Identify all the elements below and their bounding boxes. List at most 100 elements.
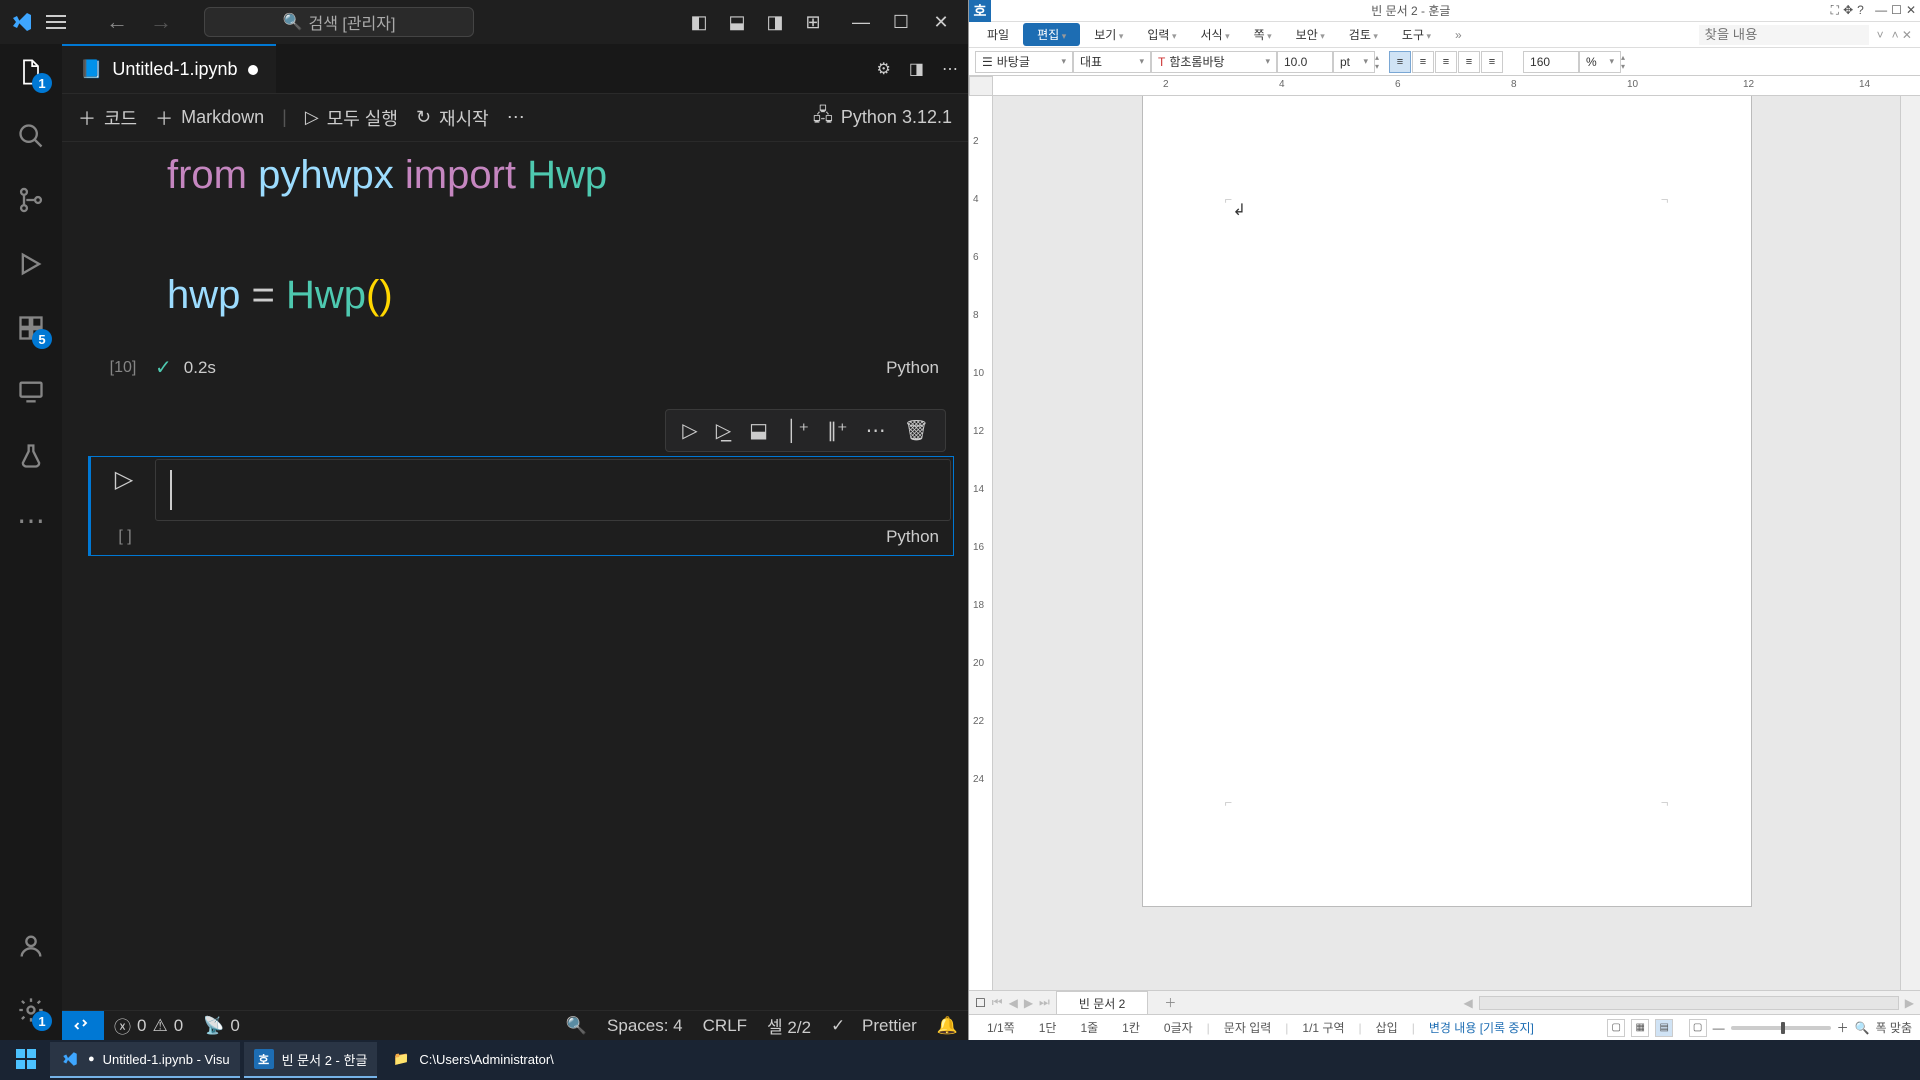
taskbar-explorer[interactable]: 📁 C:\Users\Administrator\ [381,1042,563,1078]
menu-file[interactable]: 파일 [977,23,1019,46]
find-input[interactable] [1699,25,1869,45]
size-down-icon[interactable]: ▾ [1375,62,1379,71]
menu-page[interactable]: 쪽 [1244,23,1282,46]
status-zoom-fit[interactable]: 폭 맞춤 [1876,1019,1912,1036]
taskbar-vscode[interactable]: ● Untitled-1.ipynb - Visu [50,1042,240,1078]
view-normal-icon[interactable]: ▦ [1631,1019,1649,1037]
hscroll-left-icon[interactable]: ◀ [1464,996,1473,1010]
line-spacing-input[interactable]: 160 [1523,51,1579,73]
align-justify-icon[interactable]: ≡ [1389,51,1411,73]
layout-toggle-icon[interactable]: ◨ [909,59,924,79]
font-select[interactable]: T함초롬바탕▾ [1151,51,1277,73]
notebook-settings-icon[interactable]: ⚙ [877,59,891,79]
document-page[interactable]: ⌐ ¬ ⌐ ¬ ↲ [1143,96,1751,906]
hscroll-right-icon[interactable]: ▶ [1905,996,1914,1010]
settings-gear-icon[interactable]: 1 [13,992,49,1028]
tab-last-icon[interactable]: ⏭ [1039,995,1050,1010]
status-track-changes[interactable]: 변경 내용 [기록 중지] [1419,1019,1544,1036]
code-editor[interactable]: from pyhwpx import Hwp hwp = Hwp() [153,145,951,349]
tab-prev-icon[interactable]: ◀ [1009,996,1018,1010]
menu-view[interactable]: 보기 [1084,23,1133,46]
extensions-icon[interactable]: 5 [13,310,49,346]
run-all-button[interactable]: ▷모두 실행 [305,105,398,131]
more-tab-actions-icon[interactable]: ⋯ [942,59,958,79]
vertical-ruler[interactable]: 24681012141618202224 [969,96,993,990]
minimize-icon[interactable]: — [1875,3,1887,18]
taskbar-hangul[interactable]: 호 빈 문서 2 - 한글 [244,1042,378,1078]
size-up-icon[interactable]: ▴ [1375,53,1379,62]
section-select[interactable]: 대표▾ [1073,51,1151,73]
document-tab[interactable]: 빈 문서 2 [1056,991,1148,1015]
align-right-icon[interactable]: ≡ [1458,51,1480,73]
view-outline-icon[interactable]: ▢ [1689,1019,1707,1037]
menu-security[interactable]: 보안 [1286,23,1335,46]
search-activity-icon[interactable] [13,118,49,154]
cell-language[interactable]: Python [886,358,939,378]
tab-next-icon[interactable]: ▶ [1024,996,1033,1010]
spacing-down-icon[interactable]: ▾ [1621,62,1625,71]
line-spacing-unit[interactable]: %▾ [1579,51,1621,73]
align-left-icon[interactable]: ≡ [1412,51,1434,73]
split-cell-icon[interactable]: ⬓ [749,418,768,443]
notifications-icon[interactable]: 🔔 [927,1016,968,1036]
tab-first-icon[interactable]: ⏮ [992,995,1003,1010]
search-chevron-icon[interactable]: ˅ [1873,28,1888,42]
testing-icon[interactable] [13,438,49,474]
zoom-out-icon[interactable]: — [1713,1021,1725,1035]
help-icon[interactable]: ? [1857,3,1864,18]
expand-icon[interactable]: ⛶ [1831,3,1839,18]
prettier-button[interactable]: ✓ Prettier [821,1016,927,1036]
add-markdown-button[interactable]: ＋Markdown [155,105,264,131]
zoom-icon[interactable]: 🔍 [556,1016,597,1036]
view-web-icon[interactable]: ▤ [1655,1019,1673,1037]
maximize-icon[interactable]: ☐ [882,4,920,40]
paragraph-style-select[interactable]: ☰바탕글▾ [975,51,1073,73]
remote-explorer-icon[interactable] [13,374,49,410]
run-debug-icon[interactable] [13,246,49,282]
editor-tab[interactable]: 📘 Untitled-1.ipynb [62,44,276,93]
eol-button[interactable]: CRLF [693,1016,757,1036]
run-cell-button[interactable]: ▷ [115,465,133,494]
spacing-up-icon[interactable]: ▴ [1621,53,1625,62]
horizontal-scrollbar[interactable] [1479,996,1899,1010]
status-input-mode[interactable]: 문자 입력 [1214,1019,1282,1036]
indentation-button[interactable]: Spaces: 4 [597,1016,693,1036]
remote-button[interactable] [62,1011,104,1040]
view-page-icon[interactable]: ▢ [1607,1019,1625,1037]
menu-tools[interactable]: 도구 [1392,23,1441,46]
command-center[interactable]: 🔍 검색 [관리자] [204,7,474,37]
font-size-unit[interactable]: pt▾ [1333,51,1375,73]
minimize-icon[interactable]: — [842,4,880,40]
vertical-scrollbar[interactable] [1900,96,1920,990]
insert-below-icon[interactable]: ∥⁺ [827,418,848,443]
menu-button[interactable] [46,15,68,29]
toggle-secondary-sidebar-icon[interactable]: ◨ [756,4,794,40]
align-center-icon[interactable]: ≡ [1435,51,1457,73]
menu-format[interactable]: 서식 [1190,23,1239,46]
insert-above-icon[interactable]: │⁺ [786,418,809,443]
code-editor[interactable] [155,459,951,521]
add-tab-icon[interactable]: ＋ [1154,994,1186,1011]
document-canvas[interactable]: ⌐ ¬ ⌐ ¬ ↲ [993,96,1900,990]
tab-list-icon[interactable]: ☐ [975,996,986,1010]
menu-addon-icon[interactable]: » [1445,25,1472,45]
run-by-line-icon[interactable]: ▷̲ [716,418,731,443]
align-distribute-icon[interactable]: ≡ [1481,51,1503,73]
nav-forward-icon[interactable]: → [150,9,172,35]
menu-input[interactable]: 입력 [1137,23,1186,46]
toggle-primary-sidebar-icon[interactable]: ◧ [680,4,718,40]
start-button[interactable] [6,1042,46,1078]
horizontal-ruler[interactable]: 24681012141618 [993,76,1920,96]
run-cell-icon[interactable]: ▷ [682,418,697,443]
problems-button[interactable]: ⓧ0 ⚠0 [104,1013,193,1038]
menu-review[interactable]: 검토 [1339,23,1388,46]
cell-more-icon[interactable]: ⋯ [866,418,886,443]
accounts-icon[interactable] [13,928,49,964]
close-icon[interactable]: ✕ [1906,3,1916,18]
toolbar-chevron-icon[interactable]: ˄ ✕ [1892,28,1912,42]
maximize-icon[interactable]: ☐ [1891,3,1902,18]
status-insert[interactable]: 삽입 [1366,1019,1408,1036]
ports-button[interactable]: 📡0 [193,1016,250,1036]
explorer-icon[interactable]: 1 [13,54,49,90]
nav-back-icon[interactable]: ← [106,9,128,35]
